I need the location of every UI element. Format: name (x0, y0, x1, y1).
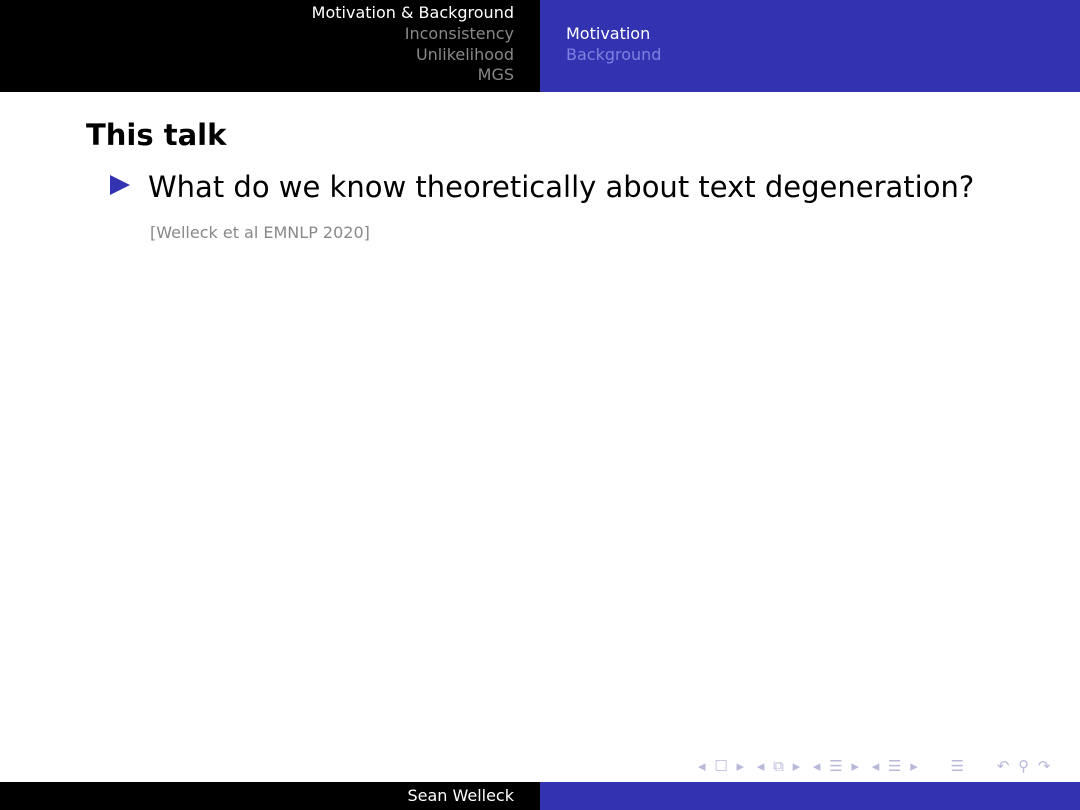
subsection-background[interactable]: Background (566, 45, 661, 64)
section-inconsistency[interactable]: Inconsistency (405, 24, 514, 43)
subsection-nav-icon[interactable]: ◂ ⧉ ▸ (757, 757, 802, 775)
header-subsections: Motivation Background (540, 0, 1080, 92)
search-back-forward-icon[interactable]: ↶ ⚲ ↷ (997, 757, 1053, 775)
section-unlikelihood[interactable]: Unlikelihood (416, 45, 514, 64)
doc-nav-icon[interactable]: ◂ ☰ ▸ (872, 757, 920, 775)
section-nav-icon[interactable]: ◂ ☰ ▸ (813, 757, 861, 775)
beamer-nav-controls: ◂ ☐ ▸ ◂ ⧉ ▸ ◂ ☰ ▸ ◂ ☰ ▸ ☰ ↶ ⚲ ↷ (698, 757, 1056, 775)
subsection-motivation[interactable]: Motivation (566, 24, 650, 43)
frame-nav-icon[interactable]: ◂ ☐ ▸ (698, 757, 746, 775)
footer-blue-bar (540, 782, 1080, 810)
slide-title: This talk (86, 118, 227, 152)
bullet-text: What do we know theoretically about text… (148, 170, 975, 204)
align-icon[interactable]: ☰ (951, 757, 966, 775)
triangle-bullet-icon (110, 175, 130, 195)
section-mgs[interactable]: MGS (478, 65, 514, 84)
citation: [Welleck et al EMNLP 2020] (150, 223, 370, 242)
footer-author: Sean Welleck (407, 786, 514, 805)
header-sections: Motivation & Background Inconsistency Un… (0, 0, 540, 92)
footer-author-bar: Sean Welleck (0, 782, 540, 810)
section-motivation-background[interactable]: Motivation & Background (312, 3, 514, 22)
bullet-item: What do we know theoretically about text… (110, 170, 974, 204)
